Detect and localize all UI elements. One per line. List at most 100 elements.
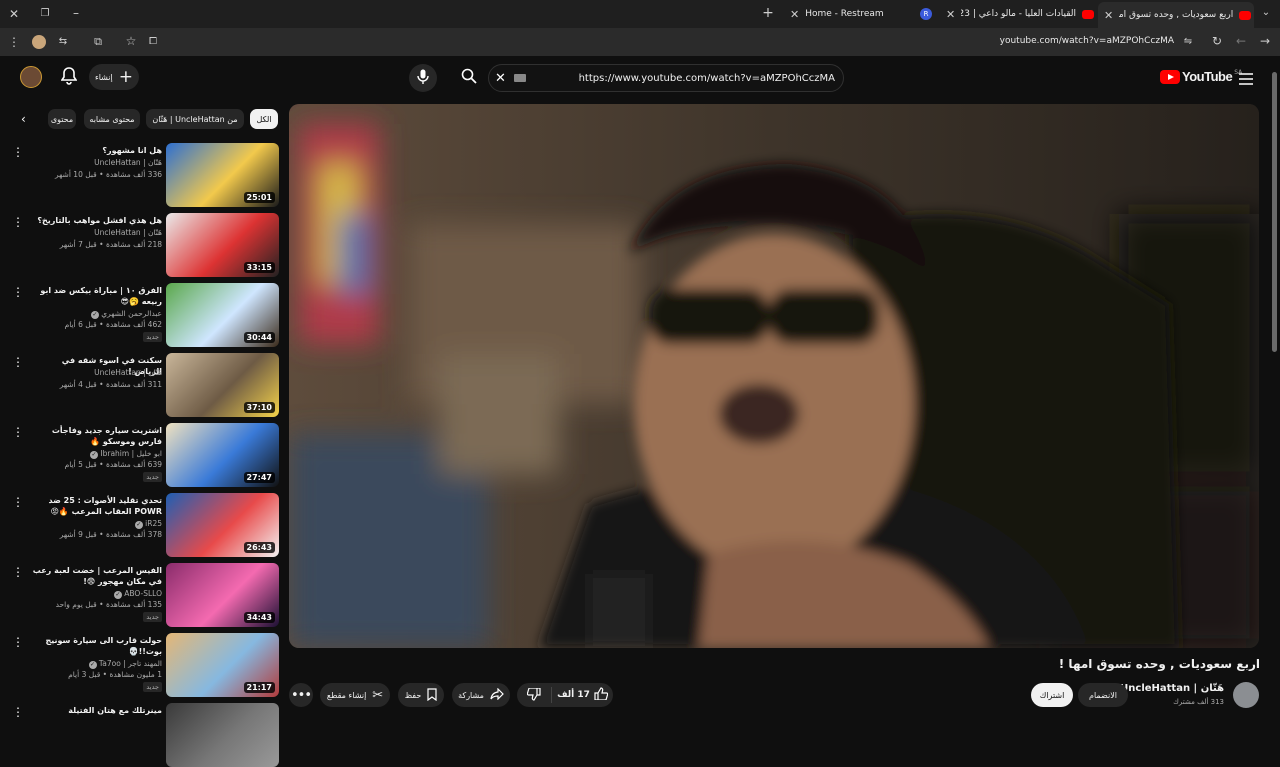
close-icon[interactable]: ✕ — [946, 8, 955, 21]
like-button[interactable]: 17 ألف — [551, 687, 613, 703]
recommendation-channel[interactable]: ABO-SLLO ✓ — [32, 589, 162, 599]
recommendation-item[interactable]: ⋮ 30:44 الفرق ١٠ | مباراة بيكس ضد ابو ربيع… — [0, 283, 286, 347]
video-thumbnail[interactable]: 25:01 — [166, 143, 279, 207]
chip-from-channel[interactable]: من UncleHattan | هَتّان — [146, 109, 244, 129]
recommendation-channel[interactable]: المهند تاجر | Ta7oo ✓ — [32, 659, 162, 669]
search-input[interactable]: https://www.youtube.com/watch?v=aMZPOhCc… — [579, 73, 835, 84]
recommendation-channel[interactable]: iR25 ✓ — [32, 519, 162, 529]
account-avatar[interactable] — [20, 66, 42, 88]
more-options-icon[interactable]: ⋮ — [12, 216, 24, 228]
video-thumbnail[interactable]: 27:47 — [166, 423, 279, 487]
url-text[interactable]: youtube.com/watch?v=aMZPOhCczMA — [1000, 36, 1174, 46]
video-thumbnail[interactable] — [166, 703, 279, 767]
recommendation-channel[interactable]: ابو خليل | Ibrahim ✓ — [32, 449, 162, 459]
tab-current-video[interactable]: ✕ اربع سعوديات , وحده تسوق امها ! — [1098, 2, 1254, 28]
menu-kebab-icon[interactable]: ⋮ — [8, 35, 20, 49]
hamburger-menu-icon[interactable] — [1239, 70, 1253, 89]
restore-window-icon[interactable]: ❐ — [38, 7, 52, 21]
new-badge: جديد — [143, 612, 162, 622]
recommendation-title[interactable]: تحدي تقليد الأصوات : 25 ضد POWR العقاب ا… — [32, 495, 162, 517]
recommendation-item[interactable]: ⋮ 26:43 تحدي تقليد الأصوات : 25 ضد POWR ال… — [0, 493, 286, 557]
channel-name[interactable]: هَتّان | UncleHattan — [1120, 683, 1224, 694]
site-settings-icon[interactable]: ⇋ — [1182, 35, 1194, 49]
recommendation-title[interactable]: الفرق ١٠ | مباراة بيكس ضد ابو ربيعه 🥱😎 — [32, 285, 162, 307]
reload-icon[interactable]: ↻ — [1211, 34, 1223, 48]
new-tab-icon[interactable]: + — [761, 6, 775, 20]
search-button[interactable] — [450, 64, 488, 92]
like-dislike-group: 17 ألف — [517, 683, 613, 707]
more-options-icon[interactable]: ⋮ — [12, 706, 24, 718]
recommendation-title[interactable]: اشتريت سياره جديد وفاجأت فارس وموسكو 🔥 — [32, 425, 162, 447]
save-button[interactable]: حفظ — [398, 683, 444, 707]
chip-related[interactable]: محتوى مشابه — [84, 109, 140, 129]
video-thumbnail[interactable]: 21:17 — [166, 633, 279, 697]
share-page-icon[interactable]: ⧠ — [147, 35, 159, 49]
profile-avatar[interactable] — [32, 35, 46, 49]
create-button[interactable]: إنشاء + — [89, 64, 139, 90]
close-icon[interactable]: ✕ — [1104, 9, 1113, 22]
recommendation-item[interactable]: ⋮ 21:17 حولت قارب الى سيارة سونيج بوت!!💀 ال… — [0, 633, 286, 697]
video-thumbnail[interactable]: 30:44 — [166, 283, 279, 347]
clear-search-icon[interactable]: ✕ — [495, 71, 506, 86]
more-options-icon[interactable]: ⋮ — [12, 636, 24, 648]
video-player[interactable] — [289, 104, 1259, 648]
tab-restream[interactable]: ✕ Home - Restream — [786, 3, 916, 25]
recommendation-meta: 311 ألف مشاهدة • قبل 4 أشهر — [59, 380, 162, 389]
recommendation-item[interactable]: ⋮ مينرتلك مع هتان الفتيلة — [0, 703, 286, 767]
recommendation-item[interactable]: ⋮ 27:47 اشتريت سياره جديد وفاجأت فارس وموس… — [0, 423, 286, 487]
extension-icon[interactable]: ⇆ — [57, 35, 69, 49]
back-icon[interactable]: → — [1259, 34, 1271, 48]
recommendation-title[interactable]: الفيس المرعب | خضت لعبة رعب في مكان مهجو… — [32, 565, 162, 587]
forward-icon[interactable]: ← — [1235, 34, 1247, 48]
more-options-icon[interactable]: ⋮ — [12, 146, 24, 158]
subscribe-button[interactable]: اشتراك — [1031, 683, 1073, 707]
page-scrollbar[interactable] — [1272, 72, 1277, 352]
recommendation-item[interactable]: ⋮ 33:15 هل هذي افشل مواهب بالتاريخ؟ هَتّان … — [0, 213, 286, 277]
tab-leadership[interactable]: ✕ القيادات العليا - مالو داعي | 2023 — [944, 3, 1094, 25]
chevron-left-icon[interactable]: ‹ — [21, 112, 26, 126]
youtube-logo[interactable]: YouTube SA — [1160, 69, 1242, 84]
recommendation-title[interactable]: هل هذي افشل مواهب بالتاريخ؟ — [32, 215, 162, 226]
more-actions-button[interactable]: ••• — [289, 683, 313, 707]
dislike-button[interactable] — [517, 686, 551, 703]
clip-button[interactable]: ✂ إنشاء مقطع — [320, 683, 390, 707]
recommendation-channel[interactable]: عبدالرحمن الشهري ✓ — [32, 309, 162, 319]
recommendation-title[interactable]: حولت قارب الى سيارة سونيج بوت!!💀 — [32, 635, 162, 657]
join-button[interactable]: الانضمام — [1078, 683, 1128, 707]
recommendation-channel[interactable]: هَتّان | UncleHattan — [32, 228, 162, 237]
channel-avatar[interactable] — [1233, 682, 1259, 708]
chip-filter[interactable]: محتوى — [48, 109, 76, 129]
close-window-icon[interactable]: ✕ — [7, 7, 21, 21]
recommendation-channel[interactable]: هَتّان | UncleHattan — [32, 158, 162, 167]
video-thumbnail[interactable]: 33:15 — [166, 213, 279, 277]
extensions-puzzle-icon[interactable]: ⧉ — [92, 35, 104, 49]
more-options-icon[interactable]: ⋮ — [12, 496, 24, 508]
video-thumbnail[interactable]: 26:43 — [166, 493, 279, 557]
scissors-icon: ✂ — [372, 687, 384, 703]
recommendation-title[interactable]: هل انا مشهور؟ — [32, 145, 162, 156]
verified-check-icon: ✓ — [90, 311, 99, 319]
recommendation-item[interactable]: ⋮ 37:10 سكنت في اسوء شقه في الرياض ! هَتّان… — [0, 353, 286, 417]
chip-all[interactable]: الكل — [250, 109, 278, 129]
duration-badge: 30:44 — [243, 332, 275, 343]
keyboard-icon[interactable] — [513, 74, 526, 82]
voice-search-button[interactable] — [409, 64, 437, 92]
minimize-window-icon[interactable]: – — [69, 6, 83, 20]
video-thumbnail[interactable]: 34:43 — [166, 563, 279, 627]
tab-search-chevron-icon[interactable]: ⌄ — [1259, 6, 1273, 20]
more-options-icon[interactable]: ⋮ — [12, 566, 24, 578]
video-thumbnail[interactable]: 37:10 — [166, 353, 279, 417]
more-options-icon[interactable]: ⋮ — [12, 286, 24, 298]
notifications-bell-icon[interactable] — [60, 67, 78, 85]
close-icon[interactable]: ✕ — [790, 8, 799, 21]
recommendation-title[interactable]: مينرتلك مع هتان الفتيلة — [32, 705, 162, 716]
share-button[interactable]: مشاركة — [452, 683, 510, 707]
recommendation-channel[interactable]: هَتّان | UncleHattan — [32, 368, 162, 377]
save-label: حفظ — [404, 690, 422, 700]
more-options-icon[interactable]: ⋮ — [12, 356, 24, 368]
logo-text: YouTube — [1182, 69, 1233, 84]
bookmark-star-icon[interactable]: ☆ — [125, 34, 137, 48]
more-options-icon[interactable]: ⋮ — [12, 426, 24, 438]
recommendation-item[interactable]: ⋮ 34:43 الفيس المرعب | خضت لعبة رعب في مكا… — [0, 563, 286, 627]
recommendation-item[interactable]: ⋮ 25:01 هل انا مشهور؟ هَتّان | UncleHattan 3… — [0, 143, 286, 207]
